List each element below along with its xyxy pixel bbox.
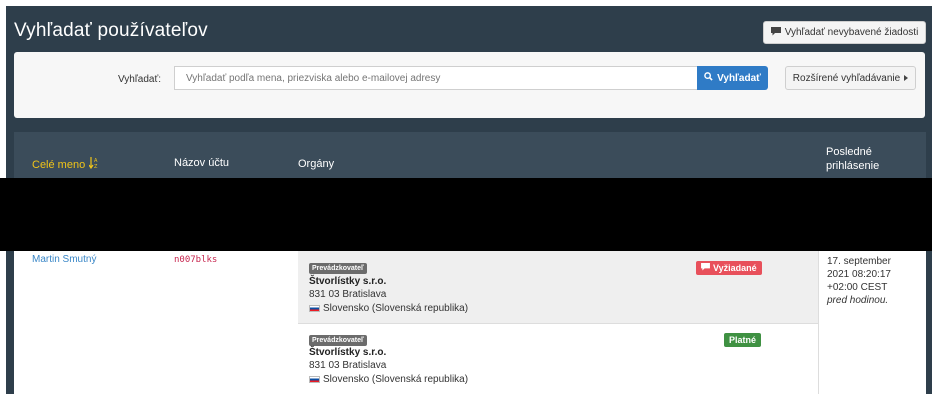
column-header-account[interactable]: Názov účtu — [174, 157, 229, 169]
last-login-date: 17. september — [827, 256, 891, 267]
status-label: Platné — [729, 335, 757, 345]
status-badge-requested: Vyžiadané — [696, 261, 762, 275]
slovakia-flag-icon — [309, 376, 320, 383]
organ-item: Prevádzkovateľ Štvorlístky s.r.o. 831 03… — [298, 251, 818, 324]
organ-country: Slovensko (Slovenská republika) — [309, 374, 468, 385]
table-header — [14, 132, 926, 180]
column-header-last-login[interactable]: Posledné prihlásenie — [826, 145, 879, 173]
column-header-last-login-line1: Posledné — [826, 146, 872, 158]
column-header-name-label: Celé meno — [32, 158, 86, 171]
organ-country-label: Slovensko (Slovenská republika) — [323, 303, 469, 314]
advanced-search-button[interactable]: Rozšírené vyhľadávanie — [785, 66, 916, 90]
last-login-cell: 17. september 2021 08:20:17 +02:00 CEST … — [818, 251, 926, 394]
organ-country-label: Slovensko (Slovenská republika) — [323, 374, 469, 385]
unprocessed-requests-button[interactable]: Vyhľadať nevybavené žiadosti — [763, 21, 926, 44]
advanced-search-label: Rozšírené vyhľadávanie — [792, 72, 901, 84]
status-label: Vyžiadané — [713, 263, 757, 273]
organ-name: Štvorlístky s.r.o. — [309, 276, 387, 287]
organ-address: 831 03 Bratislava — [309, 360, 387, 371]
comment-icon — [701, 263, 710, 273]
comment-icon — [770, 26, 781, 39]
search-label: Vyhľadať: — [118, 74, 161, 85]
search-input[interactable] — [174, 66, 697, 90]
user-name-link[interactable]: Martin Smutný — [32, 254, 96, 265]
search-button-label: Vyhľadať — [717, 72, 761, 84]
sort-alpha-icon: AZ — [88, 157, 98, 172]
organ-item: Prevádzkovateľ Štvorlístky s.r.o. 831 03… — [298, 324, 818, 394]
role-badge: Prevádzkovateľ — [309, 263, 367, 274]
svg-text:Z: Z — [94, 164, 98, 169]
role-badge: Prevádzkovateľ — [309, 335, 367, 346]
caret-right-icon — [904, 73, 909, 84]
column-header-last-login-line2: prihlásenie — [826, 160, 880, 172]
column-header-organs[interactable]: Orgány — [298, 158, 334, 170]
last-login-time: 2021 08:20:17 — [827, 269, 891, 280]
organ-country: Slovensko (Slovenská republika) — [309, 303, 468, 314]
search-icon — [704, 72, 713, 84]
column-header-name[interactable]: Celé meno AZ — [32, 157, 98, 172]
redacted-area — [0, 178, 932, 251]
organ-address: 831 03 Bratislava — [309, 289, 387, 300]
last-login-timezone: +02:00 CEST — [827, 282, 888, 293]
organ-name: Štvorlístky s.r.o. — [309, 347, 387, 358]
last-login-relative: pred hodinou. — [827, 295, 889, 306]
page-title: Vyhľadať používateľov — [14, 20, 208, 41]
search-button[interactable]: Vyhľadať — [697, 66, 768, 90]
slovakia-flag-icon — [309, 305, 320, 312]
account-name: n007blks — [174, 255, 218, 265]
status-badge-valid: Platné — [724, 333, 762, 347]
unprocessed-requests-label: Vyhľadať nevybavené žiadosti — [784, 27, 919, 38]
